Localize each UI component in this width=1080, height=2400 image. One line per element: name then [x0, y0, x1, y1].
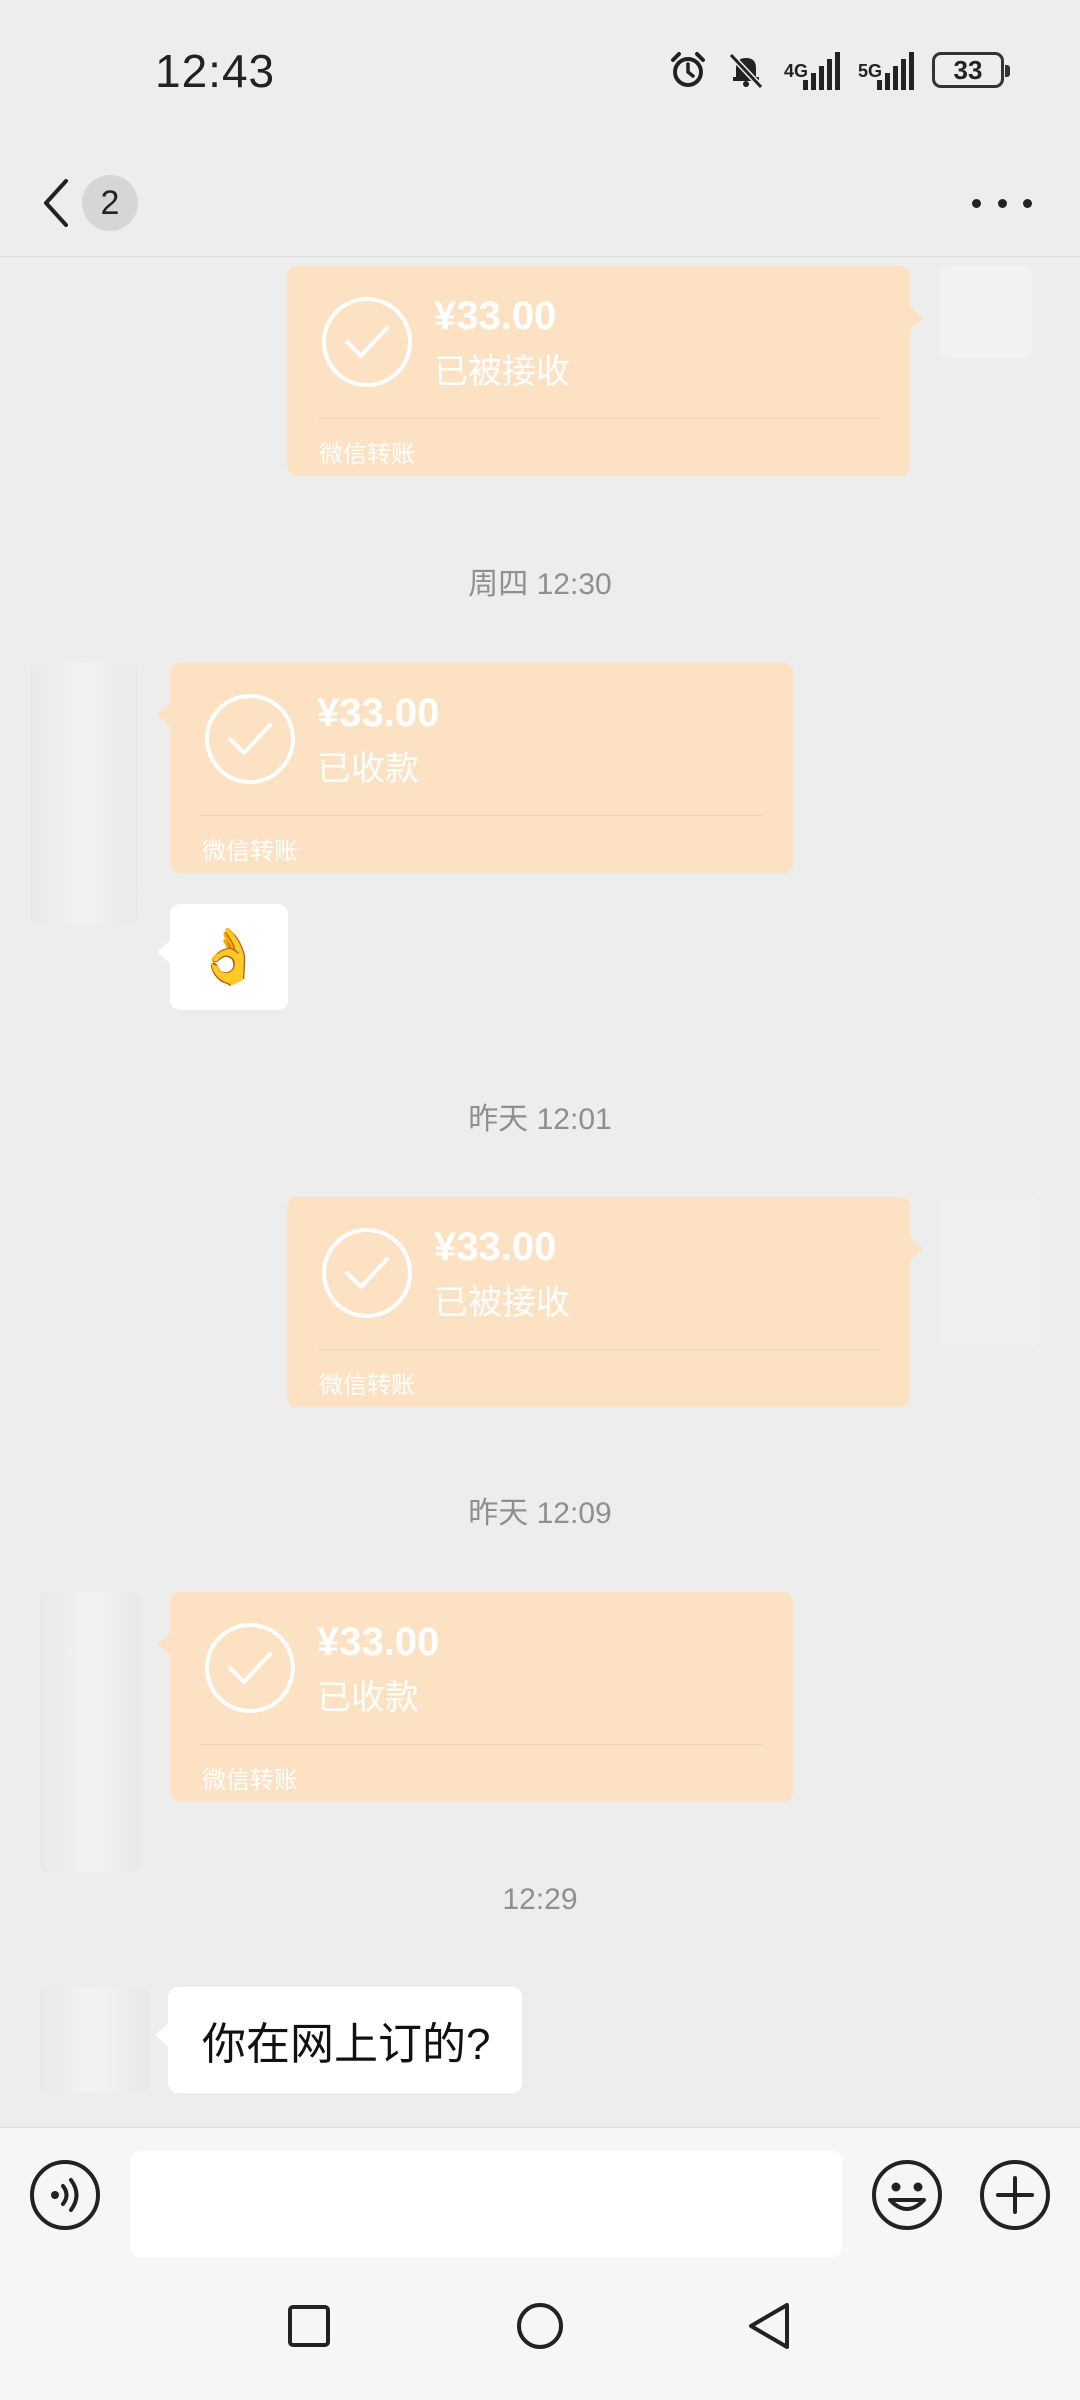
back-button[interactable]: 2 — [36, 168, 146, 238]
timestamp: 12:29 — [502, 1883, 578, 1916]
voice-icon[interactable] — [28, 2158, 102, 2232]
status-time: 12:43 — [155, 45, 276, 97]
transfer-message[interactable]: ¥33.00 已收款 微信转账 — [157, 663, 793, 873]
transfer-amount: ¥33.00 — [317, 1620, 440, 1664]
transfer-status: 已被接收 — [434, 353, 570, 391]
divider — [200, 1744, 763, 1745]
divider — [317, 1349, 880, 1350]
alarm-icon — [670, 52, 705, 87]
transfer-amount: ¥33.00 — [434, 1225, 557, 1269]
more-dot — [1023, 198, 1032, 208]
check-circle-icon — [322, 297, 412, 387]
signal-4g-icon: 4G — [784, 50, 840, 90]
avatar[interactable] — [40, 1987, 150, 2093]
check-circle-icon — [322, 1228, 412, 1318]
transfer-status: 已被接收 — [434, 1284, 570, 1322]
transfer-message[interactable]: ¥33.00 已收款 微信转账 — [157, 1592, 793, 1802]
divider — [317, 418, 880, 419]
timestamp: 昨天 12:09 — [468, 1497, 612, 1530]
text-message[interactable]: 你在网上订的? — [154, 1987, 523, 2093]
more-button[interactable] — [972, 178, 1032, 228]
transfer-footer: 微信转账 — [202, 1767, 298, 1794]
check-circle-icon — [205, 694, 295, 784]
transfer-message[interactable]: ¥33.00 已被接收 微信转账 — [287, 266, 923, 476]
system-nav-bar — [0, 2263, 1080, 2400]
emoji-message[interactable]: 👌 — [157, 904, 288, 1010]
timestamp: 周四 12:30 — [468, 568, 612, 601]
message-input[interactable] — [130, 2151, 842, 2257]
mute-bell-icon — [728, 52, 764, 90]
recent-apps-icon[interactable] — [274, 2291, 344, 2361]
status-icons: 4G 5G 33 — [668, 50, 1010, 90]
avatar[interactable] — [940, 1197, 1040, 1347]
transfer-status: 已收款 — [317, 1679, 419, 1717]
chat-header: 2 — [0, 150, 1080, 257]
home-icon[interactable] — [505, 2291, 575, 2361]
avatar[interactable] — [940, 266, 1032, 358]
unread-badge: 2 — [82, 175, 138, 231]
signal-5g-icon: 5G — [858, 50, 914, 90]
input-bar — [0, 2127, 1080, 2264]
avatar[interactable] — [40, 1592, 140, 1872]
back-icon[interactable] — [735, 2291, 805, 2361]
check-circle-icon — [205, 1623, 295, 1713]
transfer-footer: 微信转账 — [319, 1372, 415, 1399]
plus-icon[interactable] — [978, 2158, 1052, 2232]
transfer-amount: ¥33.00 — [434, 294, 557, 338]
transfer-footer: 微信转账 — [319, 441, 415, 468]
status-bar: 12:43 4G 5G 33 — [0, 0, 1080, 150]
emoji-icon[interactable] — [870, 2158, 944, 2232]
chevron-left-icon — [44, 179, 68, 227]
more-dot — [972, 198, 981, 208]
transfer-status: 已收款 — [317, 750, 419, 788]
timestamp: 昨天 12:01 — [468, 1103, 612, 1136]
avatar[interactable] — [30, 663, 138, 923]
battery-icon: 33 — [932, 52, 1010, 88]
more-dot — [997, 198, 1007, 208]
chat-messages[interactable]: ¥33.00 已被接收 微信转账 周四 12:30 ¥33.00 已收款 微信转… — [0, 257, 1080, 2127]
transfer-footer: 微信转账 — [202, 838, 298, 865]
divider — [200, 815, 763, 816]
transfer-amount: ¥33.00 — [317, 691, 440, 735]
transfer-message[interactable]: ¥33.00 已被接收 微信转账 — [287, 1197, 923, 1407]
